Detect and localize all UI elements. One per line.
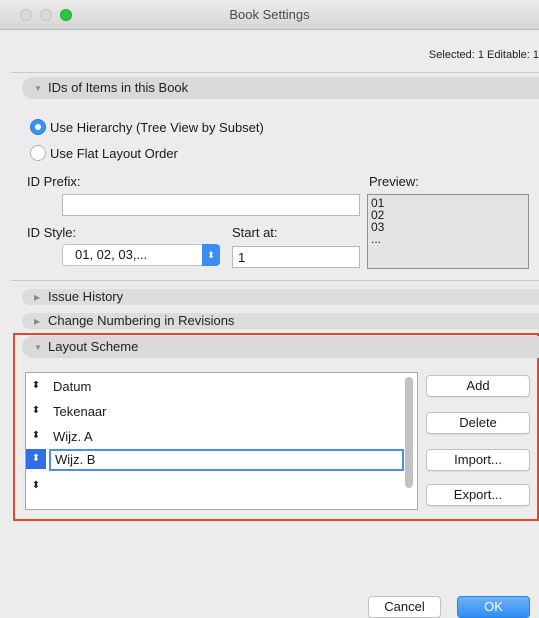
reorder-handle-icon[interactable]: ⬍ <box>26 376 46 396</box>
section-header-issue-history[interactable]: ▶ Issue History <box>22 289 539 305</box>
radio-flat-layout-order[interactable] <box>30 145 46 161</box>
divider <box>11 72 539 73</box>
preview-line: 01 <box>371 196 385 210</box>
list-scrollbar[interactable] <box>405 377 413 488</box>
radio-use-hierarchy[interactable] <box>30 119 46 135</box>
disclosure-triangle-right-icon: ▶ <box>34 293 41 302</box>
start-at-input[interactable] <box>233 247 359 267</box>
ok-button[interactable]: OK <box>457 596 530 618</box>
start-at-label: Start at: <box>232 225 278 240</box>
section-header-layout-scheme[interactable]: ▼ Layout Scheme <box>22 336 539 358</box>
preview-line: ... <box>371 232 382 246</box>
section-header-ids[interactable]: ▼ IDs of Items in this Book <box>22 77 539 99</box>
preview-box: 01 02 03 ... <box>367 194 529 269</box>
preview-line: 03 <box>371 220 385 234</box>
preview-label: Preview: <box>369 174 419 189</box>
id-style-label: ID Style: <box>27 225 77 240</box>
delete-button[interactable]: Delete <box>426 412 530 434</box>
list-item[interactable]: ⬍ Wijz. A <box>26 426 417 446</box>
list-item[interactable]: ⬍ <box>26 476 417 496</box>
list-item-edit-field[interactable]: Wijz. B <box>49 449 404 471</box>
list-item-label: Datum <box>53 379 92 394</box>
list-item[interactable]: ⬍ Datum <box>26 376 417 396</box>
list-item-selected[interactable]: ⬍ Wijz. B <box>26 449 417 471</box>
cancel-button[interactable]: Cancel <box>368 596 441 618</box>
radio-flat-layout-order-label[interactable]: Use Flat Layout Order <box>50 146 178 161</box>
layout-scheme-list[interactable]: ⬍ Datum ⬍ Tekenaar ⬍ Wijz. A ⬍ Wijz. B ⬍ <box>25 372 418 510</box>
reorder-handle-icon[interactable]: ⬍ <box>26 401 46 421</box>
list-item[interactable]: ⬍ Tekenaar <box>26 401 417 421</box>
id-style-value: 01, 02, 03,... <box>75 247 148 262</box>
popup-arrows-icon: ⬍ <box>202 244 220 266</box>
reorder-handle-icon[interactable]: ⬍ <box>26 449 46 469</box>
radio-use-hierarchy-label[interactable]: Use Hierarchy (Tree View by Subset) <box>50 120 264 135</box>
section-ids-label: IDs of Items in this Book <box>48 80 189 95</box>
reorder-handle-icon[interactable]: ⬍ <box>26 426 46 446</box>
section-change-numbering-label: Change Numbering in Revisions <box>48 313 235 328</box>
disclosure-triangle-right-icon: ▶ <box>34 317 41 326</box>
import-button[interactable]: Import... <box>426 449 530 471</box>
disclosure-triangle-down-icon: ▼ <box>34 84 42 93</box>
section-layout-scheme-label: Layout Scheme <box>48 339 139 354</box>
id-prefix-field[interactable] <box>62 194 360 216</box>
add-button[interactable]: Add <box>426 375 530 397</box>
disclosure-triangle-down-icon: ▼ <box>34 343 42 352</box>
selection-info: Selected: 1 Editable: 1 <box>428 49 539 61</box>
id-style-popup[interactable]: 01, 02, 03,... ⬍ <box>62 244 220 266</box>
id-prefix-input[interactable] <box>63 195 359 215</box>
window-title: Book Settings <box>229 7 310 22</box>
preview-line: 02 <box>371 208 385 222</box>
export-button[interactable]: Export... <box>426 484 530 506</box>
id-prefix-label: ID Prefix: <box>27 174 81 189</box>
list-item-label: Wijz. A <box>53 429 93 444</box>
reorder-handle-icon[interactable]: ⬍ <box>26 476 46 496</box>
list-item-label: Tekenaar <box>53 404 107 419</box>
section-issue-history-label: Issue History <box>48 289 124 304</box>
title-bar: Book Settings <box>0 0 539 30</box>
section-header-change-numbering[interactable]: ▶ Change Numbering in Revisions <box>22 313 539 329</box>
divider <box>11 280 539 281</box>
start-at-field[interactable] <box>232 246 360 268</box>
